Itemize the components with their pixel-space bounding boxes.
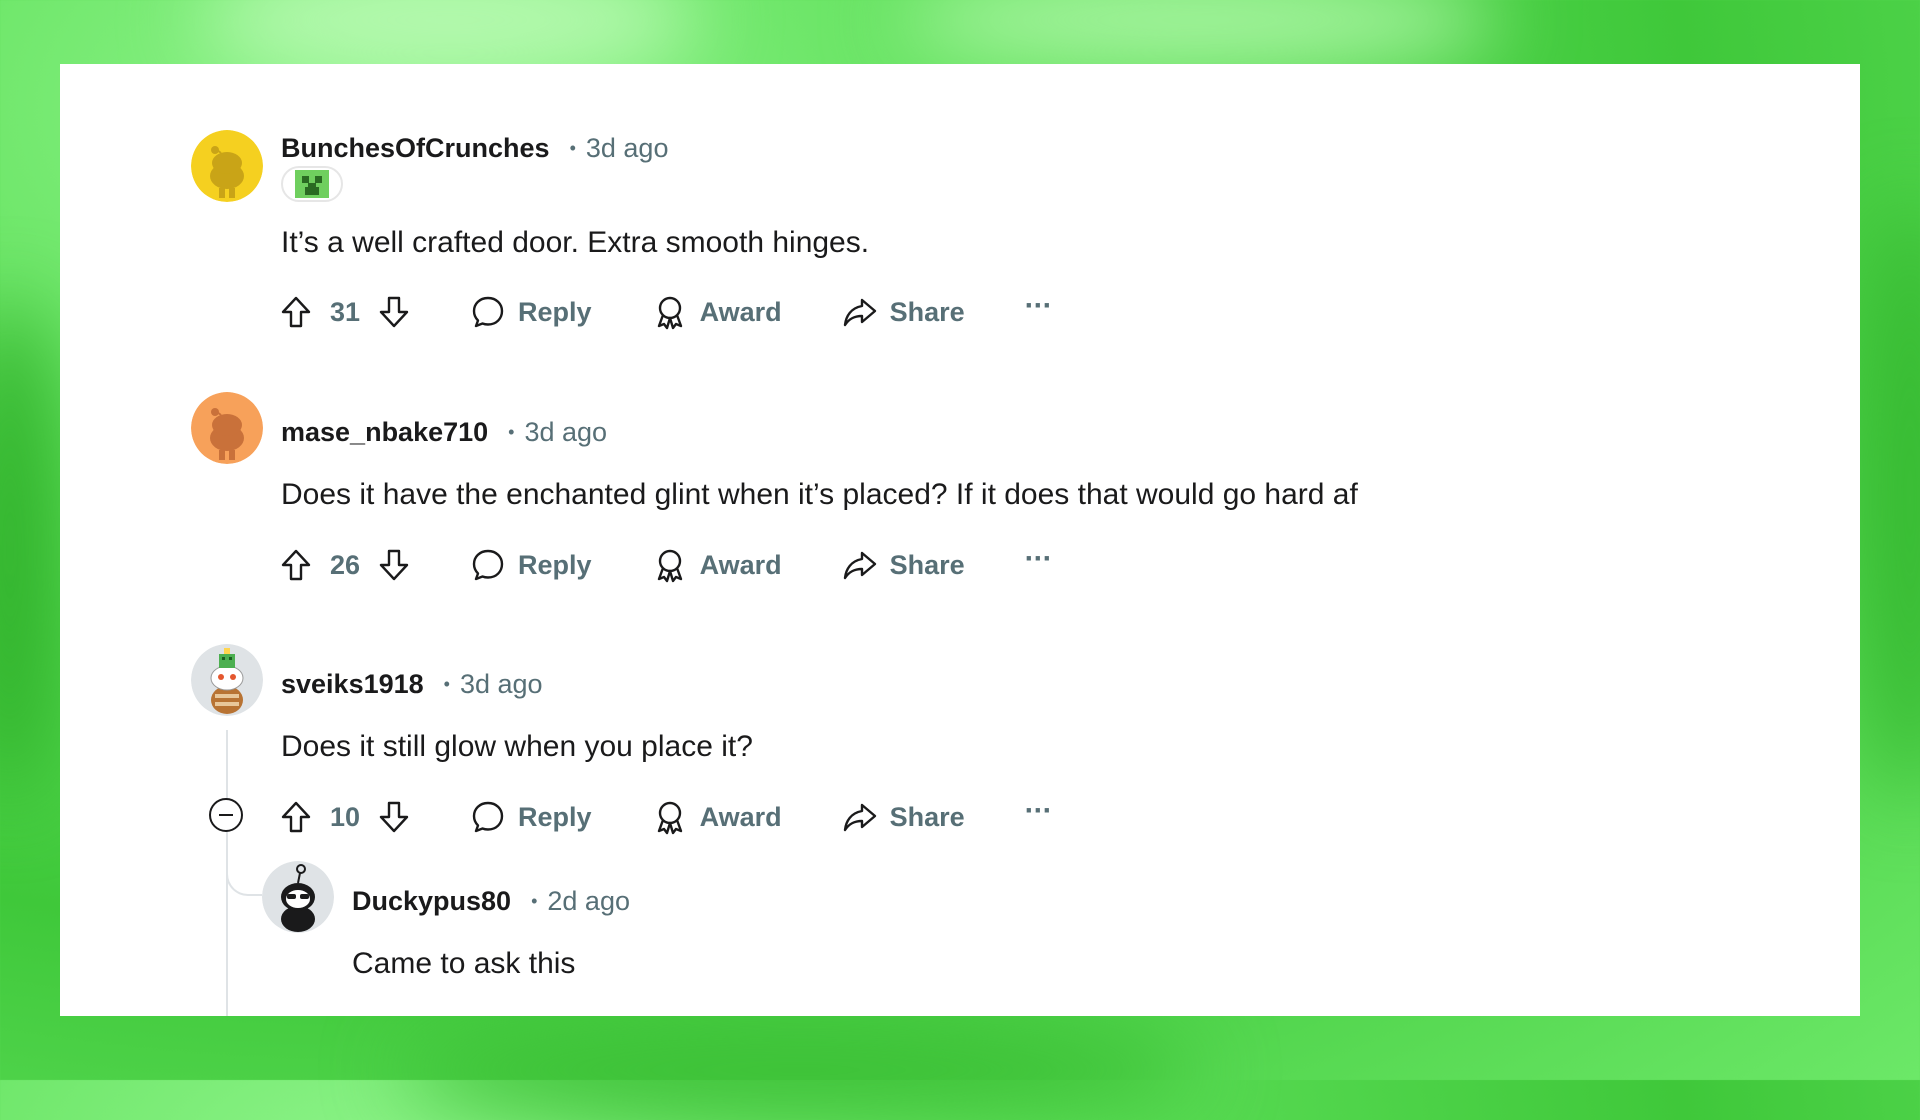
comment-thread-card: BunchesOfCrunches • 3d ago It’s a well c…	[60, 64, 1860, 1016]
collapse-thread-button[interactable]	[209, 798, 243, 832]
downvote-button[interactable]	[376, 294, 412, 330]
user-avatar[interactable]	[191, 644, 263, 716]
downvote-button[interactable]	[376, 799, 412, 835]
separator-dot: •	[569, 137, 576, 158]
comment-actions: 31 Reply Award Share ···	[278, 289, 1053, 334]
comment-actions: 26 Reply Award Share ···	[278, 542, 1053, 587]
snoo-avatar-icon	[191, 392, 263, 464]
comment-body: Does it have the enchanted glint when it…	[281, 478, 1358, 511]
user-avatar[interactable]	[191, 392, 263, 464]
separator-dot: •	[443, 673, 450, 694]
snoo-avatar-icon	[191, 130, 263, 202]
upvote-arrow-icon	[281, 549, 311, 581]
share-arrow-icon	[843, 803, 876, 832]
comment-actions: 10 Reply Award Share ···	[278, 794, 1053, 839]
comment-body: Does it still glow when you place it?	[281, 730, 753, 763]
background-blob	[900, 0, 1500, 70]
timestamp[interactable]: 3d ago	[460, 669, 543, 700]
share-label: Share	[889, 296, 965, 327]
award-ribbon-icon	[657, 801, 682, 835]
timestamp[interactable]: 3d ago	[524, 417, 607, 448]
chat-bubble-icon	[472, 549, 504, 581]
snoo-avatar-icon	[262, 861, 334, 933]
downvote-button[interactable]	[376, 547, 412, 583]
username[interactable]: Duckypus80	[352, 886, 511, 917]
reply-label: Reply	[518, 801, 592, 832]
chat-bubble-icon	[472, 296, 504, 328]
award-button[interactable]: Award	[652, 799, 782, 835]
share-label: Share	[889, 549, 965, 580]
reply-button[interactable]: Reply	[470, 294, 592, 330]
award-label: Award	[699, 549, 782, 580]
award-ribbon-icon	[657, 296, 682, 330]
reply-button[interactable]: Reply	[470, 799, 592, 835]
award-button[interactable]: Award	[652, 547, 782, 583]
upvote-button[interactable]	[278, 547, 314, 583]
reply-label: Reply	[518, 549, 592, 580]
minus-icon	[219, 814, 233, 816]
separator-dot: •	[531, 890, 538, 911]
separator-dot: •	[508, 421, 515, 442]
award-label: Award	[699, 296, 782, 327]
reply-button[interactable]: Reply	[470, 547, 592, 583]
username[interactable]: mase_nbake710	[281, 417, 488, 448]
comment-body: It’s a well crafted door. Extra smooth h…	[281, 226, 870, 259]
user-avatar[interactable]	[262, 861, 334, 933]
downvote-arrow-icon	[379, 801, 409, 833]
share-button[interactable]: Share	[842, 294, 965, 330]
timestamp[interactable]: 3d ago	[586, 133, 669, 164]
award-button[interactable]: Award	[652, 294, 782, 330]
vote-count: 31	[330, 296, 361, 327]
user-flair	[281, 166, 343, 202]
reply-label: Reply	[518, 296, 592, 327]
background-blob	[400, 1020, 1200, 1120]
more-options-button[interactable]: ···	[1025, 542, 1053, 576]
more-options-button[interactable]: ···	[1025, 794, 1053, 828]
more-options-button[interactable]: ···	[1025, 289, 1053, 323]
username[interactable]: sveiks1918	[281, 669, 424, 700]
creeper-flair-icon	[295, 170, 329, 198]
award-ribbon-icon	[657, 549, 682, 583]
share-label: Share	[889, 801, 965, 832]
vote-count: 26	[330, 549, 361, 580]
reply-connector	[226, 858, 262, 896]
upvote-arrow-icon	[281, 296, 311, 328]
timestamp[interactable]: 2d ago	[547, 886, 630, 917]
upvote-button[interactable]	[278, 294, 314, 330]
vote-count: 10	[330, 801, 361, 832]
share-button[interactable]: Share	[842, 547, 965, 583]
downvote-arrow-icon	[379, 549, 409, 581]
snoo-avatar-icon	[191, 644, 263, 716]
chat-bubble-icon	[472, 801, 504, 833]
user-avatar[interactable]	[191, 130, 263, 202]
upvote-button[interactable]	[278, 799, 314, 835]
upvote-arrow-icon	[281, 801, 311, 833]
award-label: Award	[699, 801, 782, 832]
downvote-arrow-icon	[379, 296, 409, 328]
comment-body: Came to ask this	[352, 947, 576, 980]
share-arrow-icon	[843, 298, 876, 327]
share-arrow-icon	[843, 551, 876, 580]
username[interactable]: BunchesOfCrunches	[281, 133, 550, 164]
share-button[interactable]: Share	[842, 799, 965, 835]
background-blob	[0, 300, 60, 800]
background-blob	[1860, 200, 1920, 800]
